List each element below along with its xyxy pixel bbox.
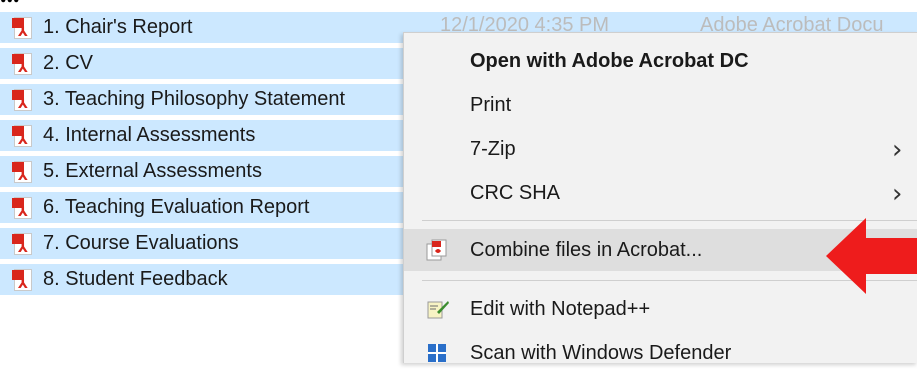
red-arrow-annotation xyxy=(826,218,917,294)
menu-item-edit-with-notepad[interactable]: Edit with Notepad++ xyxy=(404,289,917,329)
file-name: 1. Chair's Report xyxy=(43,16,193,38)
menu-item-print[interactable]: Print xyxy=(404,85,917,125)
pdf-file-icon: ⅄ xyxy=(12,196,34,220)
file-name: 8. Student Feedback xyxy=(43,268,228,290)
file-name: 5. External Assessments xyxy=(43,160,262,182)
acrobat-combine-icon xyxy=(426,239,447,261)
pdf-file-icon: ⅄ xyxy=(12,52,34,76)
file-name: 3. Teaching Philosophy Statement xyxy=(43,88,346,110)
menu-item-label: Print xyxy=(470,93,512,116)
menu-item-label: 7-Zip xyxy=(470,137,516,160)
menu-item-7zip[interactable]: 7-Zip › xyxy=(404,129,917,169)
menu-item-label: Scan with Windows Defender xyxy=(470,341,732,364)
cropped-heading-fragment: ... xyxy=(0,0,917,12)
windows-defender-icon xyxy=(428,344,446,362)
menu-item-open-with-acrobat[interactable]: Open with Adobe Acrobat DC xyxy=(404,41,917,81)
pdf-file-icon: ⅄ xyxy=(12,88,34,112)
menu-item-scan-windows-defender[interactable]: Scan with Windows Defender xyxy=(404,333,917,373)
file-name: 7. Course Evaluations xyxy=(43,232,239,254)
pdf-file-icon: ⅄ xyxy=(12,16,34,40)
chevron-right-icon: › xyxy=(892,135,903,165)
menu-item-label: Edit with Notepad++ xyxy=(470,297,651,320)
pdf-file-icon: ⅄ xyxy=(12,160,34,184)
chevron-right-icon: › xyxy=(892,179,903,209)
menu-item-label: CRC SHA xyxy=(470,181,561,204)
file-name: 6. Teaching Evaluation Report xyxy=(43,196,310,218)
file-name: 2. CV xyxy=(43,52,94,74)
menu-item-crc-sha[interactable]: CRC SHA › xyxy=(404,173,917,213)
context-menu: Open with Adobe Acrobat DC Print 7-Zip ›… xyxy=(403,32,917,364)
notepad-plus-plus-icon xyxy=(427,301,449,319)
file-name: 4. Internal Assessments xyxy=(43,124,256,146)
menu-item-label: Combine files in Acrobat... xyxy=(470,238,703,261)
pdf-file-icon: ⅄ xyxy=(12,232,34,256)
menu-item-label: Open with Adobe Acrobat DC xyxy=(470,49,749,72)
pdf-file-icon: ⅄ xyxy=(12,124,34,148)
pdf-file-icon: ⅄ xyxy=(12,268,34,292)
